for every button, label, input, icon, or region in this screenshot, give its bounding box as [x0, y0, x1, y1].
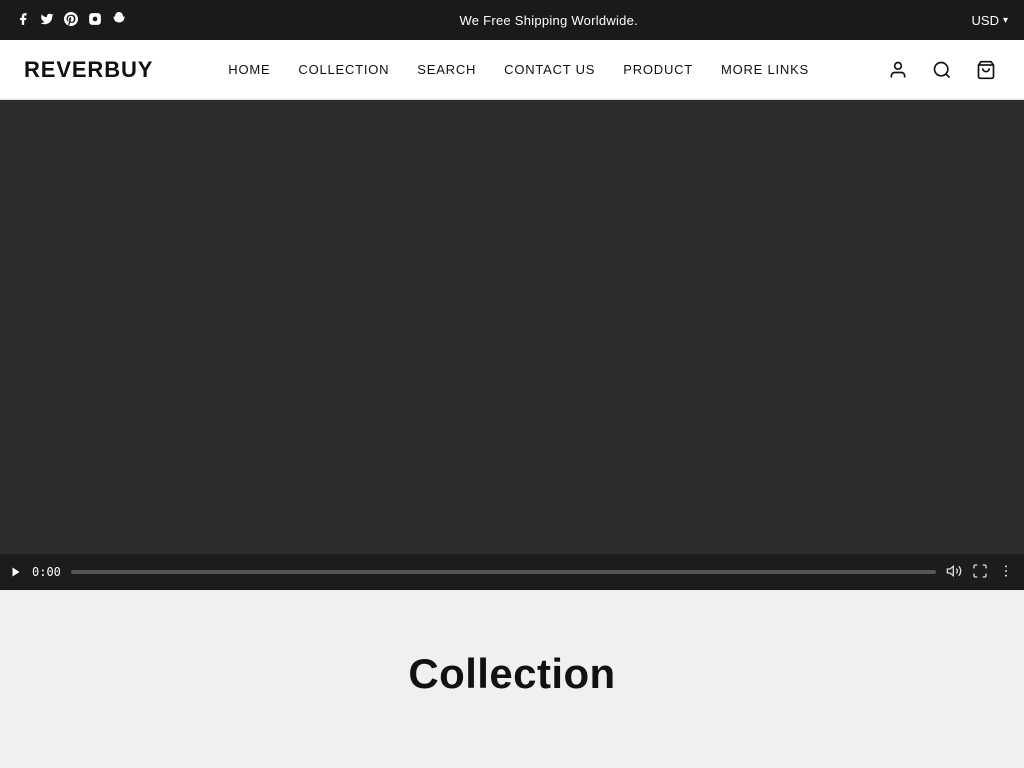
video-area[interactable]	[0, 100, 1024, 554]
facebook-icon[interactable]	[16, 12, 30, 29]
currency-chevron: ▾	[1003, 15, 1008, 26]
currency-selector[interactable]: USD ▾	[972, 13, 1008, 28]
video-time: 0:00	[32, 565, 61, 579]
collection-section: Collection	[0, 590, 1024, 738]
nav-link-product[interactable]: PRODUCT	[623, 62, 693, 77]
twitter-icon[interactable]	[40, 12, 54, 29]
nav-links: HOME COLLECTION SEARCH CONTACT US PRODUC…	[228, 61, 809, 79]
video-section: 0:00	[0, 100, 1024, 590]
nav-item-product[interactable]: PRODUCT	[623, 61, 693, 79]
instagram-icon[interactable]	[88, 12, 102, 29]
video-progress-bar[interactable]	[71, 570, 936, 574]
more-options-icon[interactable]	[998, 563, 1014, 582]
snapchat-icon[interactable]	[112, 12, 126, 29]
nav-item-contact[interactable]: CONTACT US	[504, 61, 595, 79]
video-ctrl-icons	[946, 563, 1014, 582]
nav-link-contact[interactable]: CONTACT US	[504, 62, 595, 77]
header: REVERBUY HOME COLLECTION SEARCH CONTACT …	[0, 40, 1024, 100]
fullscreen-icon[interactable]	[972, 563, 988, 582]
nav-link-search[interactable]: SEARCH	[417, 62, 476, 77]
header-icons	[884, 56, 1000, 84]
collection-title: Collection	[20, 650, 1004, 698]
account-icon[interactable]	[884, 56, 912, 84]
search-icon[interactable]	[928, 56, 956, 84]
nav-link-home[interactable]: HOME	[228, 62, 270, 77]
nav-item-search[interactable]: SEARCH	[417, 61, 476, 79]
nav-item-more[interactable]: MORE LINKS	[721, 61, 809, 79]
social-icons	[16, 12, 126, 29]
nav-item-home[interactable]: HOME	[228, 61, 270, 79]
announcement-text: We Free Shipping Worldwide.	[126, 13, 972, 28]
pinterest-icon[interactable]	[64, 12, 78, 29]
nav-link-more[interactable]: MORE LINKS	[721, 62, 809, 77]
logo[interactable]: REVERBUY	[24, 57, 153, 83]
main-nav: HOME COLLECTION SEARCH CONTACT US PRODUC…	[228, 61, 809, 79]
volume-icon[interactable]	[946, 563, 962, 582]
announcement-bar: We Free Shipping Worldwide. USD ▾	[0, 0, 1024, 40]
cart-icon[interactable]	[972, 56, 1000, 84]
video-controls: 0:00	[0, 554, 1024, 590]
nav-item-collection[interactable]: COLLECTION	[298, 61, 389, 79]
currency-label: USD	[972, 13, 999, 28]
play-button[interactable]	[10, 566, 22, 578]
nav-link-collection[interactable]: COLLECTION	[298, 62, 389, 77]
